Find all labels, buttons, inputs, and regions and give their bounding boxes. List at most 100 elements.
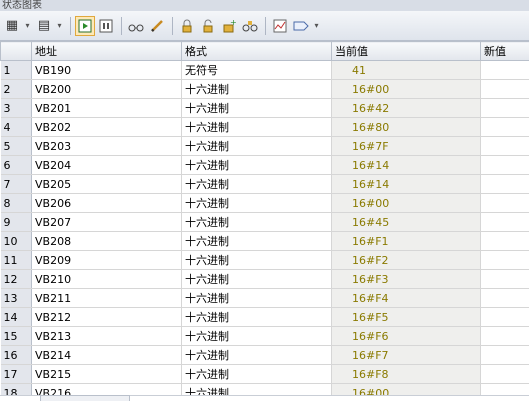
address-cell[interactable]: VB210 — [32, 270, 182, 289]
stop-icon[interactable] — [96, 16, 116, 36]
current-value-cell: 16#F8 — [332, 365, 481, 384]
table-row[interactable]: 5VB203十六进制16#7F — [1, 137, 529, 156]
address-cell[interactable]: VB201 — [32, 99, 182, 118]
table-row[interactable]: 10VB208十六进制16#F1 — [1, 232, 529, 251]
table-delete-icon[interactable]: ▤ — [34, 16, 54, 36]
new-value-cell[interactable] — [481, 156, 529, 175]
address-cell[interactable]: VB207 — [32, 213, 182, 232]
chevron-down-icon[interactable]: ▾ — [55, 21, 64, 30]
new-value-cell[interactable] — [481, 365, 529, 384]
address-cell[interactable]: VB215 — [32, 365, 182, 384]
table-row[interactable]: 1VB190无符号41 — [1, 61, 529, 80]
current-value-cell: 16#F7 — [332, 346, 481, 365]
column-header-current-value[interactable]: 当前值 — [332, 42, 481, 61]
glasses-icon[interactable] — [126, 16, 146, 36]
new-value-cell[interactable] — [481, 175, 529, 194]
address-cell[interactable]: VB204 — [32, 156, 182, 175]
table-row[interactable]: 3VB201十六进制16#42 — [1, 99, 529, 118]
table-row[interactable]: 2VB200十六进制16#00 — [1, 80, 529, 99]
format-cell[interactable]: 十六进制 — [182, 175, 332, 194]
lock-icon[interactable] — [177, 16, 197, 36]
column-header-row-number — [1, 42, 32, 61]
table-row[interactable]: 8VB206十六进制16#00 — [1, 194, 529, 213]
format-cell[interactable]: 十六进制 — [182, 118, 332, 137]
new-value-cell[interactable] — [481, 118, 529, 137]
address-cell[interactable]: VB214 — [32, 346, 182, 365]
new-value-cell[interactable] — [481, 346, 529, 365]
format-cell[interactable]: 十六进制 — [182, 232, 332, 251]
table-row[interactable]: 15VB213十六进制16#F6 — [1, 327, 529, 346]
format-cell[interactable]: 十六进制 — [182, 99, 332, 118]
new-value-cell[interactable] — [481, 137, 529, 156]
table-row[interactable]: 16VB214十六进制16#F7 — [1, 346, 529, 365]
format-cell[interactable]: 无符号 — [182, 61, 332, 80]
new-value-cell[interactable] — [481, 270, 529, 289]
format-cell[interactable]: 十六进制 — [182, 289, 332, 308]
format-cell[interactable]: 十六进制 — [182, 156, 332, 175]
force-icon[interactable]: + — [219, 16, 239, 36]
column-header-new-value[interactable]: 新值 — [481, 42, 529, 61]
row-number-cell: 13 — [1, 289, 32, 308]
pencil-icon[interactable] — [147, 16, 167, 36]
table-row[interactable]: 11VB209十六进制16#F2 — [1, 251, 529, 270]
trend-icon[interactable] — [270, 16, 290, 36]
format-cell[interactable]: 十六进制 — [182, 251, 332, 270]
format-cell[interactable]: 十六进制 — [182, 137, 332, 156]
new-value-cell[interactable] — [481, 232, 529, 251]
table-row[interactable]: 17VB215十六进制16#F8 — [1, 365, 529, 384]
format-cell[interactable]: 十六进制 — [182, 194, 332, 213]
format-cell[interactable]: 十六进制 — [182, 308, 332, 327]
new-value-cell[interactable] — [481, 61, 529, 80]
address-cell[interactable]: VB205 — [32, 175, 182, 194]
label-icon[interactable] — [291, 16, 311, 36]
new-value-cell[interactable] — [481, 327, 529, 346]
new-value-cell[interactable] — [481, 308, 529, 327]
format-cell[interactable]: 十六进制 — [182, 327, 332, 346]
unlock-icon[interactable] — [198, 16, 218, 36]
new-value-cell[interactable] — [481, 289, 529, 308]
address-cell[interactable]: VB209 — [32, 251, 182, 270]
chevron-down-icon[interactable]: ▾ — [312, 21, 321, 30]
format-cell[interactable]: 十六进制 — [182, 80, 332, 99]
sheet-tab[interactable] — [40, 395, 130, 401]
row-number-cell: 8 — [1, 194, 32, 213]
format-cell[interactable]: 十六进制 — [182, 213, 332, 232]
column-header-format[interactable]: 格式 — [182, 42, 332, 61]
row-number-cell: 15 — [1, 327, 32, 346]
new-value-cell[interactable] — [481, 80, 529, 99]
svg-text:+: + — [230, 19, 236, 27]
address-cell[interactable]: VB190 — [32, 61, 182, 80]
address-cell[interactable]: VB203 — [32, 137, 182, 156]
table-row[interactable]: 9VB207十六进制16#45 — [1, 213, 529, 232]
table-row[interactable]: 14VB212十六进制16#F5 — [1, 308, 529, 327]
read-icon[interactable] — [240, 16, 260, 36]
new-value-cell[interactable] — [481, 213, 529, 232]
table-row[interactable]: 7VB205十六进制16#14 — [1, 175, 529, 194]
address-cell[interactable]: VB212 — [32, 308, 182, 327]
address-cell[interactable]: VB211 — [32, 289, 182, 308]
current-value-cell: 16#80 — [332, 118, 481, 137]
table-row[interactable]: 4VB202十六进制16#80 — [1, 118, 529, 137]
row-number-cell: 16 — [1, 346, 32, 365]
new-value-cell[interactable] — [481, 99, 529, 118]
format-cell[interactable]: 十六进制 — [182, 365, 332, 384]
row-number-cell: 14 — [1, 308, 32, 327]
chevron-down-icon[interactable]: ▾ — [23, 21, 32, 30]
address-cell[interactable]: VB208 — [32, 232, 182, 251]
toolbar-separator — [172, 17, 173, 35]
table-row[interactable]: 6VB204十六进制16#14 — [1, 156, 529, 175]
format-cell[interactable]: 十六进制 — [182, 270, 332, 289]
table-row[interactable]: 13VB211十六进制16#F4 — [1, 289, 529, 308]
address-cell[interactable]: VB213 — [32, 327, 182, 346]
table-row[interactable]: 12VB210十六进制16#F3 — [1, 270, 529, 289]
new-value-cell[interactable] — [481, 251, 529, 270]
address-cell[interactable]: VB206 — [32, 194, 182, 213]
table-add-icon[interactable]: ▦ — [2, 16, 22, 36]
new-value-cell[interactable] — [481, 194, 529, 213]
address-cell[interactable]: VB200 — [32, 80, 182, 99]
column-header-address[interactable]: 地址 — [32, 42, 182, 61]
address-cell[interactable]: VB202 — [32, 118, 182, 137]
format-cell[interactable]: 十六进制 — [182, 346, 332, 365]
run-icon[interactable] — [75, 16, 95, 36]
toolbar: ▦ ▾ ▤ ▾ + ▾ — [0, 11, 529, 41]
